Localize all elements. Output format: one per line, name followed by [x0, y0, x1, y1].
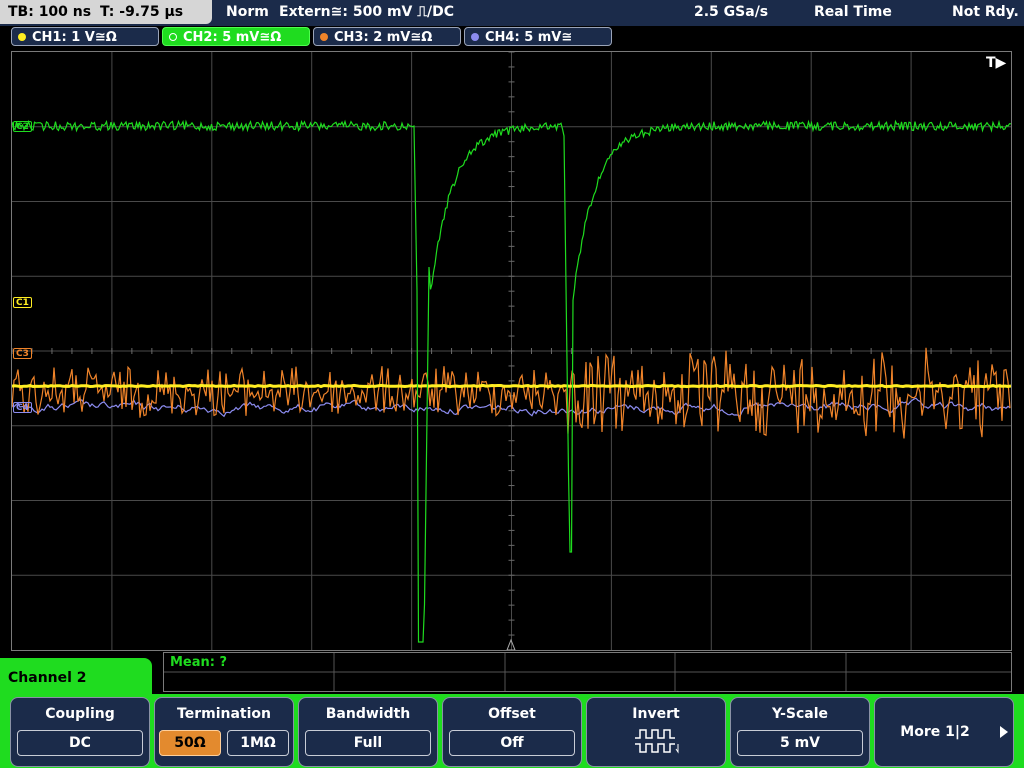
bandwidth-value[interactable]: Full [305, 730, 431, 756]
tab-ch1[interactable]: CH1: 1 V≅Ω [11, 27, 159, 46]
termination-1mohm[interactable]: 1MΩ [227, 730, 289, 756]
ch1-color-dot [18, 33, 26, 41]
ch1-waveform [12, 383, 1011, 389]
ch3-ground-marker[interactable]: C3 [13, 348, 32, 359]
coupling-title: Coupling [45, 706, 115, 722]
channel-tabs: CH1: 1 V≅Ω CH2: 5 mV≅Ω CH3: 2 mV≅Ω CH4: … [0, 26, 1024, 48]
offset-value[interactable]: Off [449, 730, 575, 756]
termination-title: Termination [177, 706, 271, 722]
coupling-softkey[interactable]: Coupling DC [10, 697, 150, 767]
bandwidth-title: Bandwidth [325, 706, 411, 722]
acquisition-status: Not Rdy. [952, 4, 1019, 20]
trigger-source[interactable]: Extern≅: 500 mV ⎍/DC [279, 0, 454, 24]
tab-ch2-label: CH2: 5 mV≅Ω [183, 30, 282, 45]
tab-ch1-label: CH1: 1 V≅Ω [32, 30, 117, 45]
ch2-ground-marker[interactable]: C2 [13, 121, 32, 132]
tab-ch3-label: CH3: 2 mV≅Ω [334, 30, 433, 45]
status-bar: TB: 100 ns T: -9.75 µs Norm Extern≅: 500… [0, 0, 1024, 26]
yscale-value[interactable]: 5 mV [737, 730, 863, 756]
yscale-softkey[interactable]: Y-Scale 5 mV [730, 697, 870, 767]
graticule-center-ticks [12, 52, 992, 636]
trigger-time-readout: T: -9.75 µs [100, 4, 184, 20]
invert-softkey[interactable]: Invert [586, 697, 726, 767]
more-softkey[interactable]: More 1|2 [874, 697, 1014, 767]
menu-title: Channel 2 [0, 658, 152, 698]
timebase-readout: TB: 100 ns [8, 4, 92, 20]
sample-rate[interactable]: 2.5 GSa/s [694, 0, 768, 24]
yscale-title: Y-Scale [771, 706, 828, 722]
trigger-mode[interactable]: Norm [226, 0, 269, 24]
ch3-color-dot [320, 33, 328, 41]
more-label: More 1|2 [900, 724, 970, 740]
square-wave-invert-icon [635, 729, 679, 754]
ch4-color-dot [471, 33, 479, 41]
termination-softkey[interactable]: Termination 50Ω 1MΩ [154, 697, 294, 767]
tab-ch3[interactable]: CH3: 2 mV≅Ω [313, 27, 461, 46]
measurement-bar[interactable]: Mean: ? [163, 652, 1012, 692]
tab-ch2[interactable]: CH2: 5 mV≅Ω [162, 27, 310, 46]
tab-ch4-label: CH4: 5 mV≅ [485, 30, 573, 45]
coupling-value[interactable]: DC [17, 730, 143, 756]
measurement-dividers [164, 653, 1011, 691]
arrow-right-icon [1000, 726, 1008, 738]
timebase-box[interactable]: TB: 100 ns T: -9.75 µs [0, 0, 212, 24]
termination-50ohm[interactable]: 50Ω [159, 730, 221, 756]
offset-title: Offset [488, 706, 536, 722]
invert-title: Invert [632, 706, 680, 722]
trigger-offset-marker[interactable]: T▶ [986, 55, 1006, 71]
ch4-ground-marker[interactable]: C4 [13, 402, 32, 413]
offset-softkey[interactable]: Offset Off [442, 697, 582, 767]
ch1-ground-marker[interactable]: C1 [13, 297, 32, 308]
acquisition-mode[interactable]: Real Time [814, 0, 892, 24]
bandwidth-softkey[interactable]: Bandwidth Full [298, 697, 438, 767]
tab-ch4[interactable]: CH4: 5 mV≅ [464, 27, 612, 46]
waveform-display[interactable] [11, 51, 1012, 651]
ch2-color-dot [169, 33, 177, 41]
